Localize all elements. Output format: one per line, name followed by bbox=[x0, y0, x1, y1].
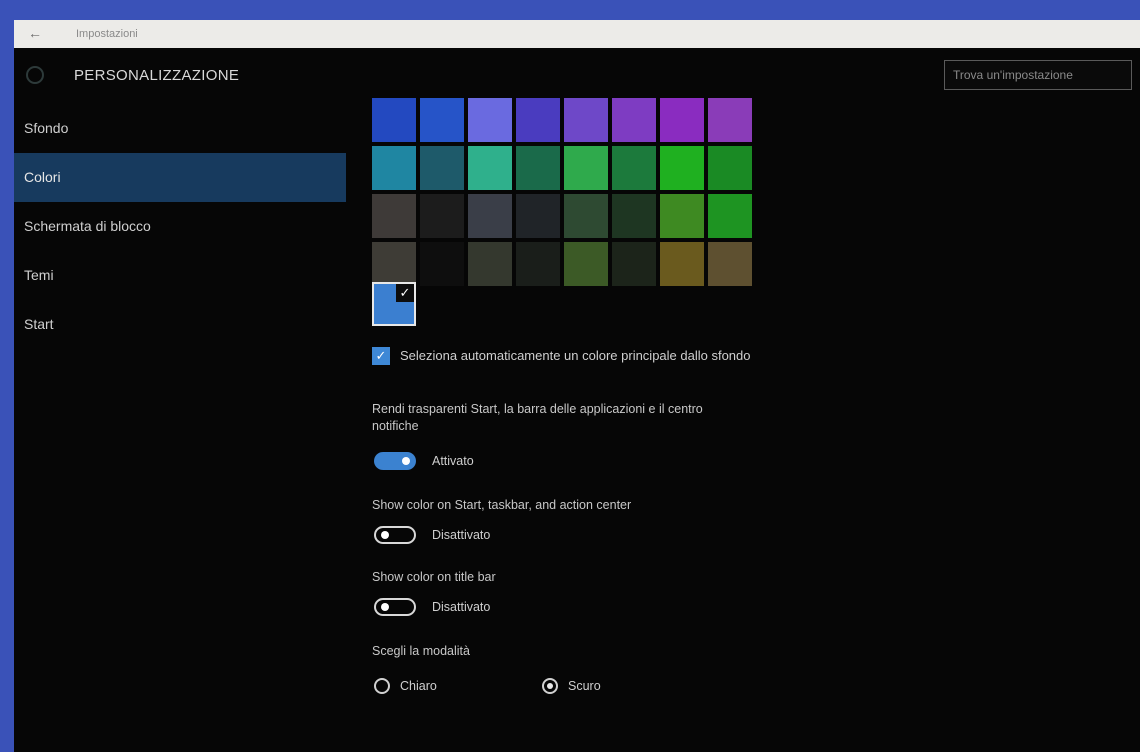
transparency-label-line2: notifiche bbox=[372, 419, 419, 433]
color-swatch[interactable] bbox=[420, 194, 464, 238]
color-swatch[interactable] bbox=[564, 98, 608, 142]
color-swatch[interactable] bbox=[516, 194, 560, 238]
radio-scuro[interactable] bbox=[542, 678, 558, 694]
color-swatch[interactable] bbox=[372, 242, 416, 286]
color-swatch[interactable] bbox=[660, 98, 704, 142]
color-swatch[interactable] bbox=[468, 98, 512, 142]
show-color-title-toggle[interactable] bbox=[374, 598, 416, 616]
back-arrow-icon[interactable]: ← bbox=[28, 25, 42, 41]
color-swatch[interactable] bbox=[612, 242, 656, 286]
color-swatch[interactable] bbox=[708, 98, 752, 142]
sidebar-item-schermata-di-blocco[interactable]: Schermata di blocco bbox=[14, 202, 346, 251]
color-swatch[interactable] bbox=[420, 98, 464, 142]
color-swatch[interactable] bbox=[708, 146, 752, 190]
color-swatch[interactable] bbox=[468, 242, 512, 286]
sidebar-item-sfondo[interactable]: Sfondo bbox=[14, 104, 346, 153]
auto-color-label: Seleziona automaticamente un colore prin… bbox=[400, 348, 751, 363]
color-swatch[interactable] bbox=[612, 98, 656, 142]
show-color-start-toggle[interactable] bbox=[374, 526, 416, 544]
color-swatch[interactable] bbox=[708, 194, 752, 238]
checkmark-icon: ✓ bbox=[396, 284, 414, 302]
sidebar-nav: Sfondo Colori Schermata di blocco Temi S… bbox=[14, 104, 346, 349]
title-bar: ← Impostazioni bbox=[14, 20, 1140, 48]
transparency-toggle[interactable] bbox=[374, 452, 416, 470]
transparency-state: Attivato bbox=[432, 454, 474, 468]
auto-color-checkbox[interactable]: ✓ bbox=[372, 347, 390, 365]
page-title: PERSONALIZZAZIONE bbox=[74, 67, 240, 84]
color-swatch[interactable] bbox=[516, 98, 560, 142]
color-swatch[interactable] bbox=[420, 242, 464, 286]
selected-color-swatch[interactable]: ✓ bbox=[372, 282, 416, 326]
show-color-start-state: Disattivato bbox=[432, 528, 491, 542]
color-swatch[interactable] bbox=[468, 146, 512, 190]
sidebar-item-temi[interactable]: Temi bbox=[14, 251, 346, 300]
color-swatch[interactable] bbox=[708, 242, 752, 286]
radio-scuro-label: Scuro bbox=[568, 679, 601, 693]
show-color-title-label: Show color on title bar bbox=[372, 570, 496, 584]
show-color-title-state: Disattivato bbox=[432, 600, 491, 614]
toggle-knob bbox=[381, 603, 389, 611]
color-swatch[interactable] bbox=[612, 194, 656, 238]
color-swatch[interactable] bbox=[372, 98, 416, 142]
settings-window: ← Impostazioni PERSONALIZZAZIONE Sfondo … bbox=[14, 20, 1140, 752]
transparency-label-line1: Rendi trasparenti Start, la barra delle … bbox=[372, 402, 703, 416]
radio-chiaro-label: Chiaro bbox=[400, 679, 437, 693]
search-input[interactable] bbox=[944, 60, 1132, 90]
mode-label: Scegli la modalità bbox=[372, 644, 470, 658]
color-swatch[interactable] bbox=[564, 194, 608, 238]
color-swatch[interactable] bbox=[660, 146, 704, 190]
color-swatch[interactable] bbox=[372, 194, 416, 238]
radio-chiaro[interactable] bbox=[374, 678, 390, 694]
sidebar-item-colori[interactable]: Colori bbox=[14, 153, 346, 202]
color-swatch[interactable] bbox=[420, 146, 464, 190]
color-swatch[interactable] bbox=[468, 194, 512, 238]
color-swatch[interactable] bbox=[660, 242, 704, 286]
color-swatch[interactable] bbox=[516, 242, 560, 286]
window-title: Impostazioni bbox=[76, 28, 138, 40]
color-swatch[interactable] bbox=[564, 242, 608, 286]
color-swatch[interactable] bbox=[516, 146, 560, 190]
color-swatch[interactable] bbox=[612, 146, 656, 190]
color-swatch[interactable] bbox=[372, 146, 416, 190]
show-color-start-label: Show color on Start, taskbar, and action… bbox=[372, 498, 632, 512]
toggle-knob bbox=[402, 457, 410, 465]
color-palette bbox=[372, 98, 752, 286]
color-swatch[interactable] bbox=[660, 194, 704, 238]
color-swatch[interactable] bbox=[564, 146, 608, 190]
sidebar-item-start[interactable]: Start bbox=[14, 300, 346, 349]
toggle-knob bbox=[381, 531, 389, 539]
gear-icon bbox=[26, 66, 44, 84]
